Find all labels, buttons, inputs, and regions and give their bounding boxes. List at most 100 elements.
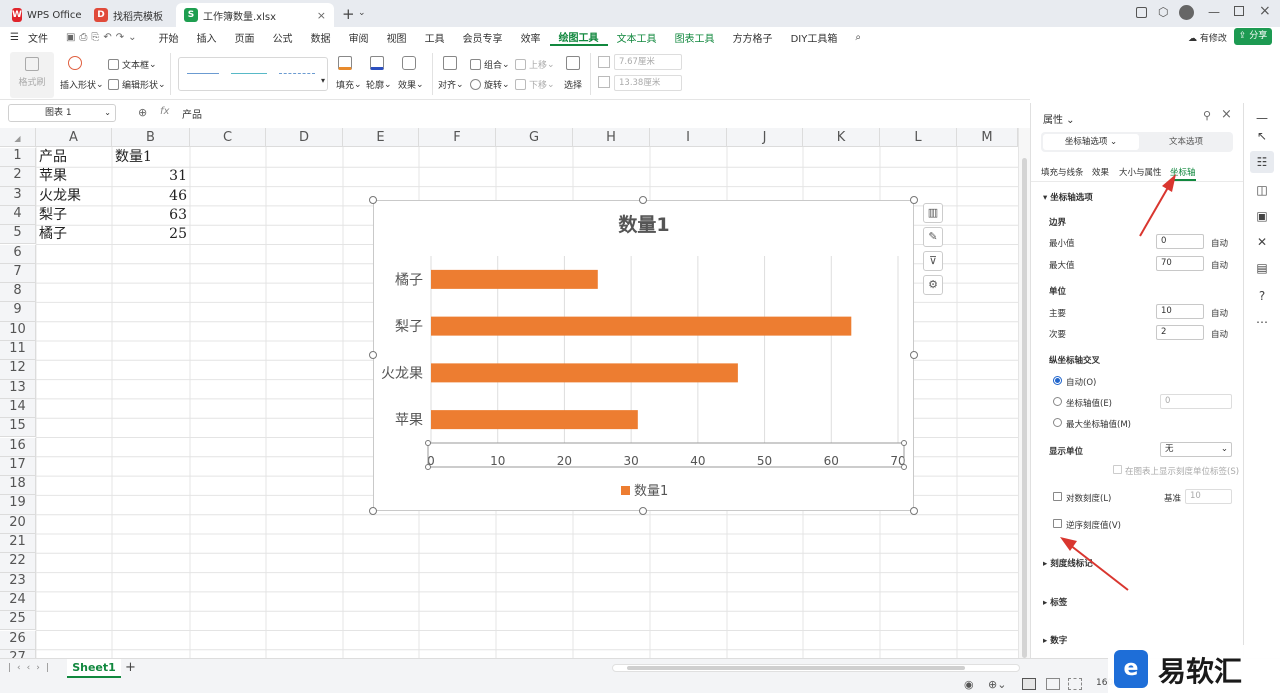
resize-handle[interactable] [910, 351, 918, 359]
height-input[interactable]: 13.38厘米 [614, 75, 682, 91]
line-style-dashed[interactable] [279, 73, 315, 74]
vertical-scrollbar[interactable] [1018, 128, 1030, 658]
row-header-18[interactable]: 18 [0, 476, 36, 496]
has-changes-button[interactable]: ☁ 有修改 [1188, 31, 1227, 44]
bar-1[interactable] [431, 363, 738, 383]
row-header-2[interactable]: 2 [0, 167, 36, 187]
section-number[interactable]: ▸ 数字 [1043, 634, 1067, 646]
pin-icon[interactable]: ⚲ [1203, 109, 1211, 122]
chart-filter-icon[interactable]: ⊽ [923, 251, 943, 271]
effect-button[interactable]: 效果 ⌄ [398, 78, 424, 92]
tab-workbook[interactable]: S 工作簿数量.xlsx × [176, 3, 334, 27]
line-style-solid-teal[interactable] [231, 73, 267, 74]
row-header-12[interactable]: 12 [0, 360, 36, 380]
avatar[interactable] [1179, 5, 1194, 20]
bar-0[interactable] [431, 410, 638, 430]
row-header-10[interactable]: 10 [0, 321, 36, 341]
cell-a5[interactable]: 橘子 [36, 225, 70, 244]
effect-icon[interactable] [402, 56, 419, 70]
row-header-14[interactable]: 14 [0, 398, 36, 419]
search-icon[interactable]: ⌕ [846, 32, 870, 43]
row-header-16[interactable]: 16 [0, 437, 36, 457]
col-header-m[interactable]: M [957, 128, 1018, 147]
panel-layout-icon[interactable]: ▤ [1255, 261, 1269, 275]
close-window-icon[interactable]: × [1259, 3, 1271, 19]
outline-icon[interactable] [370, 56, 387, 70]
chart-elements-icon[interactable]: ▥ [923, 203, 943, 223]
fill-icon[interactable] [338, 56, 355, 70]
window-layout-icon[interactable] [1136, 7, 1147, 18]
chart-settings-icon[interactable]: ⚙ [923, 275, 943, 295]
cell-a4[interactable]: 梨子 [36, 206, 70, 225]
align-icon[interactable] [443, 56, 460, 70]
panel-title[interactable]: 属性 ⌄ [1043, 111, 1075, 126]
resize-handle[interactable] [639, 196, 647, 204]
page-break-view-icon[interactable] [1068, 678, 1082, 690]
fx-icon[interactable]: fx [160, 106, 169, 117]
resize-handle[interactable] [910, 196, 918, 204]
send-backward-button[interactable]: 下移 ⌄ [515, 78, 555, 91]
bring-forward-button[interactable]: 上移 ⌄ [515, 58, 555, 71]
row-header-7[interactable]: 7 [0, 263, 36, 284]
row-header-5[interactable]: 5 [0, 225, 36, 245]
formula-content[interactable]: 产品 [182, 106, 202, 121]
gallery-more-icon[interactable]: ▾ [321, 76, 325, 85]
scrollbar-thumb[interactable] [627, 666, 965, 670]
maximize-icon[interactable] [1234, 6, 1244, 16]
help-icon[interactable]: ? [1255, 289, 1269, 303]
menu-page[interactable]: 页面 [226, 30, 264, 45]
align-button[interactable]: 对齐 ⌄ [438, 78, 464, 92]
sheet-tab-sheet1[interactable]: Sheet1 [67, 659, 121, 678]
page-layout-view-icon[interactable] [1046, 678, 1060, 690]
tab-wps-office[interactable]: W WPS Office [4, 3, 82, 27]
row-header-13[interactable]: 13 [0, 379, 36, 399]
menu-insert[interactable]: 插入 [188, 30, 226, 45]
col-header-f[interactable]: F [419, 128, 496, 147]
row-header-11[interactable]: 11 [0, 341, 36, 361]
cell-b2[interactable]: 31 [112, 167, 190, 186]
sheet-nav-arrows[interactable]: |‹‹›| [8, 663, 55, 673]
row-header-3[interactable]: 3 [0, 186, 36, 206]
chevron-down-icon[interactable]: ⌄ [358, 8, 366, 18]
more-icon[interactable]: ⋯ [1255, 315, 1269, 329]
row-header-17[interactable]: 17 [0, 456, 36, 477]
select-all-corner[interactable]: ◢ [0, 128, 36, 147]
close-tab-icon[interactable]: × [317, 9, 326, 22]
eye-icon[interactable]: ◉ [964, 678, 974, 691]
format-painter-button[interactable]: 格式刷 [10, 52, 54, 98]
menu-review[interactable]: 审阅 [340, 30, 378, 45]
menu-view[interactable]: 视图 [378, 30, 416, 45]
quick-access-toolbar[interactable]: ▣⎙⎘↶↷⌄ [57, 32, 150, 43]
bar-3[interactable] [431, 269, 598, 289]
row-header-23[interactable]: 23 [0, 572, 36, 592]
col-header-i[interactable]: I [650, 128, 727, 147]
menu-chart-tools[interactable]: 图表工具 [666, 30, 724, 45]
horizontal-scrollbar[interactable] [612, 664, 1020, 672]
row-header-19[interactable]: 19 [0, 495, 36, 515]
share-button[interactable]: ⇪ 分享 [1234, 28, 1272, 45]
row-header-4[interactable]: 4 [0, 205, 36, 226]
new-tab-icon[interactable]: + [342, 5, 355, 23]
menu-diy[interactable]: DIY工具箱 [782, 30, 847, 45]
row-header-22[interactable]: 22 [0, 553, 36, 573]
chart-title[interactable]: 数量1 [618, 213, 669, 236]
row-header-21[interactable]: 21 [0, 534, 36, 554]
row-header-1[interactable]: 1 [0, 148, 36, 168]
shape-icon[interactable]: ◫ [1255, 183, 1269, 197]
col-header-e[interactable]: E [343, 128, 419, 147]
minimize-icon[interactable]: — [1208, 5, 1220, 19]
col-header-b[interactable]: B [112, 128, 190, 147]
bar-2[interactable] [431, 316, 852, 336]
menu-file[interactable]: 文件 [28, 30, 57, 45]
chart-style-icon[interactable]: ✎ [923, 227, 943, 247]
cell-b4[interactable]: 63 [112, 206, 190, 225]
bar-chart[interactable]: 数量1 苹果火龙果梨子橘子 0 10 20 30 40 50 60 70 数量1 [374, 201, 915, 512]
col-header-h[interactable]: H [573, 128, 650, 147]
scrollbar-thumb[interactable] [1022, 158, 1027, 658]
col-header-k[interactable]: K [803, 128, 880, 147]
row-header-6[interactable]: 6 [0, 244, 36, 264]
cell-a3[interactable]: 火龙果 [36, 187, 84, 206]
select-button[interactable]: 选择 [564, 78, 582, 91]
menu-formula[interactable]: 公式 [264, 30, 302, 45]
row-header-24[interactable]: 24 [0, 591, 36, 612]
